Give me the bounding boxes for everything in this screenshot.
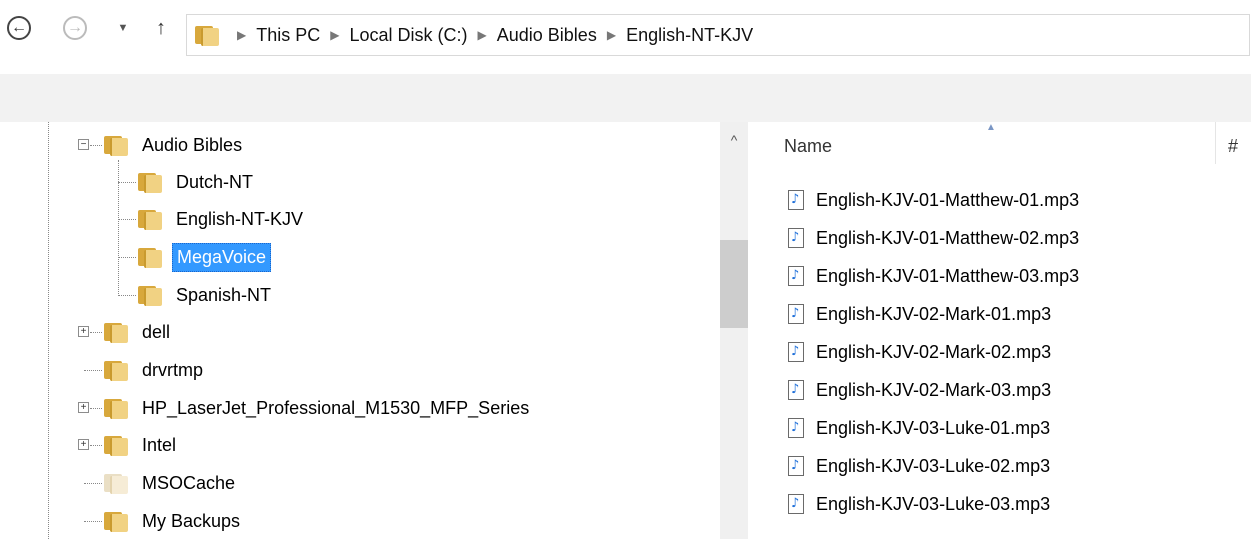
folder-icon: [104, 472, 128, 494]
file-name: English-KJV-01-Matthew-01.mp3: [816, 189, 1080, 210]
file-item[interactable]: ♪ English-KJV-01-Matthew-02.mp3: [788, 222, 1079, 254]
breadcrumb-local-disk[interactable]: Local Disk (C:): [349, 25, 467, 46]
folder-icon: [104, 510, 128, 532]
tree-item-msocache[interactable]: MSOCache: [104, 466, 239, 500]
audio-file-icon: ♪: [788, 494, 804, 514]
folder-icon: [138, 171, 162, 193]
tree-item-audio-bibles[interactable]: Audio Bibles: [104, 128, 246, 162]
audio-file-icon: ♪: [788, 456, 804, 476]
file-name: English-KJV-02-Mark-03.mp3: [816, 379, 1052, 400]
folder-icon: [104, 321, 128, 343]
tree-item-english-nt-kjv[interactable]: English-NT-KJV: [138, 202, 307, 236]
address-field[interactable]: ▶ This PC ▶ Local Disk (C:) ▶ Audio Bibl…: [186, 14, 1250, 56]
breadcrumb-audio-bibles[interactable]: Audio Bibles: [497, 25, 597, 46]
file-item[interactable]: ♪ English-KJV-03-Luke-03.mp3: [788, 488, 1050, 520]
sort-ascending-icon: ▲: [986, 122, 996, 133]
scroll-thumb[interactable]: [720, 240, 748, 328]
address-bar-area: ← → ▼ ↑ ▶ This PC ▶ Local Disk (C:) ▶ Au…: [0, 0, 1251, 74]
folder-icon: [138, 208, 162, 230]
expand-icon[interactable]: +: [78, 439, 89, 450]
breadcrumb-separator-icon[interactable]: ▶: [237, 28, 246, 42]
forward-arrow-icon: →: [63, 16, 87, 40]
tree-item-hp-laserjet[interactable]: HP_LaserJet_Professional_M1530_MFP_Serie…: [104, 391, 533, 425]
column-header-name[interactable]: Name: [784, 136, 832, 157]
audio-file-icon: ♪: [788, 304, 804, 324]
tree-item-dell[interactable]: dell: [104, 315, 174, 349]
file-name: English-KJV-02-Mark-02.mp3: [816, 341, 1052, 362]
file-item[interactable]: ♪ English-KJV-03-Luke-02.mp3: [788, 450, 1050, 482]
chevron-down-icon: ▼: [117, 22, 129, 34]
tree-item-label: MegaVoice: [172, 242, 272, 272]
folder-icon: [104, 134, 128, 156]
back-button[interactable]: ←: [4, 13, 34, 43]
tree-item-label: Dutch-NT: [176, 171, 254, 192]
tree-item-label: English-NT-KJV: [176, 208, 304, 229]
breadcrumb-separator-icon[interactable]: ▶: [330, 28, 339, 42]
file-name: English-KJV-02-Mark-01.mp3: [816, 303, 1052, 324]
breadcrumb-this-pc[interactable]: This PC: [256, 25, 320, 46]
file-item[interactable]: ♪ English-KJV-03-Luke-01.mp3: [788, 412, 1050, 444]
tree-item-label: Intel: [142, 434, 177, 455]
file-item[interactable]: ♪ English-KJV-01-Matthew-01.mp3: [788, 184, 1079, 216]
audio-file-icon: ♪: [788, 342, 804, 362]
breadcrumb-separator-icon[interactable]: ▶: [607, 28, 616, 42]
audio-file-icon: ♪: [788, 418, 804, 438]
column-header-number[interactable]: #: [1228, 136, 1238, 157]
folder-icon: [104, 397, 128, 419]
audio-file-icon: ♪: [788, 228, 804, 248]
tree-item-label: HP_LaserJet_Professional_M1530_MFP_Serie…: [142, 397, 530, 418]
tree-item-label: Audio Bibles: [142, 134, 243, 155]
tree-item-intel[interactable]: Intel: [104, 428, 180, 462]
file-name: English-KJV-01-Matthew-03.mp3: [816, 265, 1080, 286]
tree-item-megavoice[interactable]: MegaVoice: [138, 240, 272, 274]
tree-item-label: dell: [142, 321, 171, 342]
breadcrumb-separator-icon[interactable]: ▶: [478, 28, 487, 42]
tree-item-label: Spanish-NT: [176, 284, 272, 305]
tree-item-dutch-nt[interactable]: Dutch-NT: [138, 165, 257, 199]
tree-item-label: MSOCache: [142, 472, 236, 493]
file-name: English-KJV-01-Matthew-02.mp3: [816, 227, 1080, 248]
tree-item-label: drvrtmp: [142, 359, 204, 380]
breadcrumb: ▶ This PC ▶ Local Disk (C:) ▶ Audio Bibl…: [227, 15, 753, 55]
expand-icon[interactable]: +: [78, 326, 89, 337]
folder-icon: [138, 284, 162, 306]
file-name: English-KJV-03-Luke-03.mp3: [816, 493, 1051, 514]
scroll-up-icon[interactable]: ^: [720, 132, 748, 152]
audio-file-icon: ♪: [788, 190, 804, 210]
toolbar-strip: [0, 74, 1251, 123]
folder-icon: [104, 434, 128, 456]
breadcrumb-english-nt-kjv[interactable]: English-NT-KJV: [626, 25, 753, 46]
recent-locations-button[interactable]: ▼: [108, 13, 138, 43]
back-arrow-icon: ←: [7, 16, 31, 40]
file-item[interactable]: ♪ English-KJV-01-Matthew-03.mp3: [788, 260, 1079, 292]
file-item[interactable]: ♪ English-KJV-02-Mark-02.mp3: [788, 336, 1051, 368]
file-name: English-KJV-03-Luke-02.mp3: [816, 455, 1051, 476]
forward-button[interactable]: →: [60, 13, 90, 43]
collapse-icon[interactable]: −: [78, 139, 89, 150]
audio-file-icon: ♪: [788, 266, 804, 286]
tree-item-spanish-nt[interactable]: Spanish-NT: [138, 278, 275, 312]
up-button[interactable]: ↑: [146, 13, 176, 43]
file-item[interactable]: ♪ English-KJV-02-Mark-03.mp3: [788, 374, 1051, 406]
tree-item-label: My Backups: [142, 510, 241, 531]
folder-icon: [104, 359, 128, 381]
file-item[interactable]: ♪ English-KJV-02-Mark-01.mp3: [788, 298, 1051, 330]
file-list: ▲ Name # ♪ English-KJV-01-Matthew-01.mp3…: [748, 122, 1251, 539]
tree-item-drvrtmp[interactable]: drvrtmp: [104, 353, 207, 387]
up-arrow-icon: ↑: [156, 16, 166, 39]
expand-icon[interactable]: +: [78, 402, 89, 413]
folder-icon: [138, 246, 162, 268]
folder-icon: [195, 24, 219, 46]
audio-file-icon: ♪: [788, 380, 804, 400]
file-name: English-KJV-03-Luke-01.mp3: [816, 417, 1051, 438]
tree-scrollbar[interactable]: ^: [720, 122, 748, 539]
tree-item-my-backups[interactable]: My Backups: [104, 504, 244, 538]
